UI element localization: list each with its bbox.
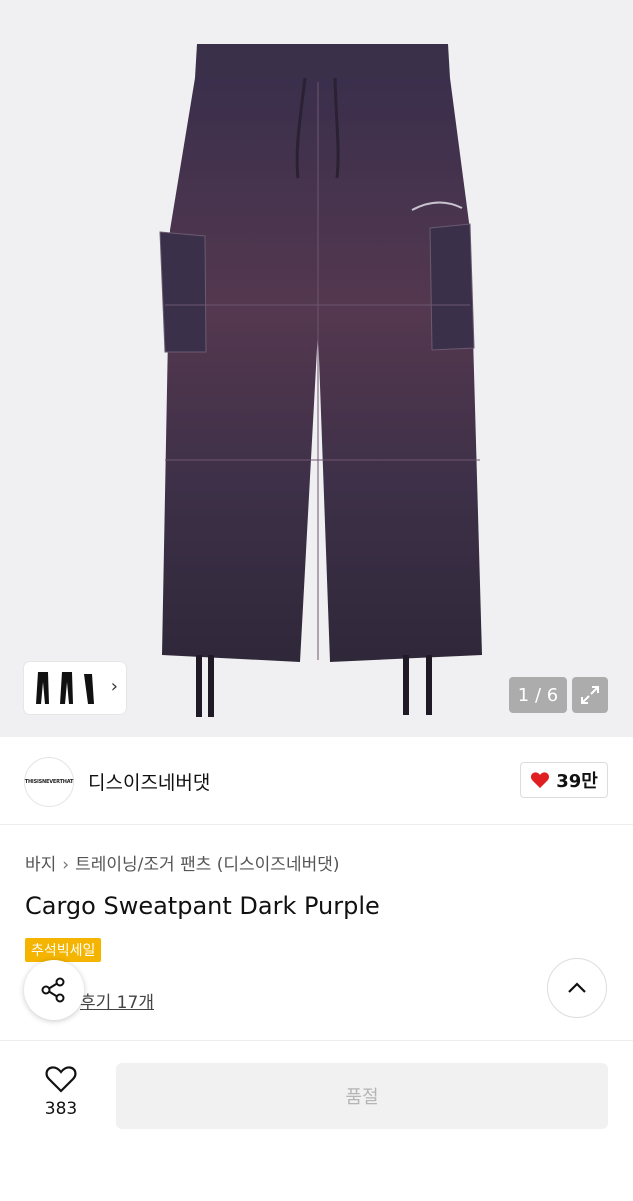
thumbnail-images xyxy=(36,672,94,704)
thumbnail-strip[interactable]: › xyxy=(24,662,126,714)
sale-badge: 추석빅세일 xyxy=(25,938,102,962)
product-image-gallery[interactable]: › 1 / 6 xyxy=(0,0,633,737)
expand-icon xyxy=(581,686,599,704)
brand-like-count: 39만 xyxy=(556,771,598,792)
share-button[interactable] xyxy=(24,960,84,1020)
expand-button[interactable] xyxy=(572,677,608,713)
wishlist-count: 383 xyxy=(44,1099,78,1119)
scroll-top-button[interactable] xyxy=(547,958,607,1018)
wishlist-button[interactable]: 383 xyxy=(36,1065,86,1119)
product-title: Cargo Sweatpant Dark Purple xyxy=(25,892,380,920)
sold-out-button[interactable]: 품절 xyxy=(116,1063,608,1129)
product-image xyxy=(159,44,482,717)
breadcrumb-item[interactable]: 트레이닝/조거 팬츠 (디스이즈네버댓) xyxy=(75,855,339,875)
heart-filled-icon xyxy=(531,772,550,788)
share-icon xyxy=(41,977,65,1003)
heart-outline-icon xyxy=(45,1066,77,1093)
review-link[interactable]: 후기 17개 xyxy=(80,988,154,1013)
chevron-right-icon: › xyxy=(110,676,118,697)
brand-logo-text: THISISNEVERTHAT xyxy=(24,779,74,785)
breadcrumb-item[interactable]: 바지 xyxy=(25,855,56,875)
brand-name[interactable]: 디스이즈네버댓 xyxy=(88,768,210,795)
brand-logo[interactable]: THISISNEVERTHAT xyxy=(24,757,74,807)
chevron-right-icon: › xyxy=(62,855,70,875)
bottom-action-bar: 383 품절 xyxy=(0,1040,633,1201)
breadcrumb: 바지 › 트레이닝/조거 팬츠 (디스이즈네버댓) xyxy=(25,850,340,875)
chevron-up-icon xyxy=(568,982,586,993)
brand-row[interactable]: THISISNEVERTHAT 디스이즈네버댓 39만 xyxy=(0,740,633,825)
image-counter: 1 / 6 xyxy=(509,677,567,713)
brand-like-button[interactable]: 39만 xyxy=(520,762,608,798)
